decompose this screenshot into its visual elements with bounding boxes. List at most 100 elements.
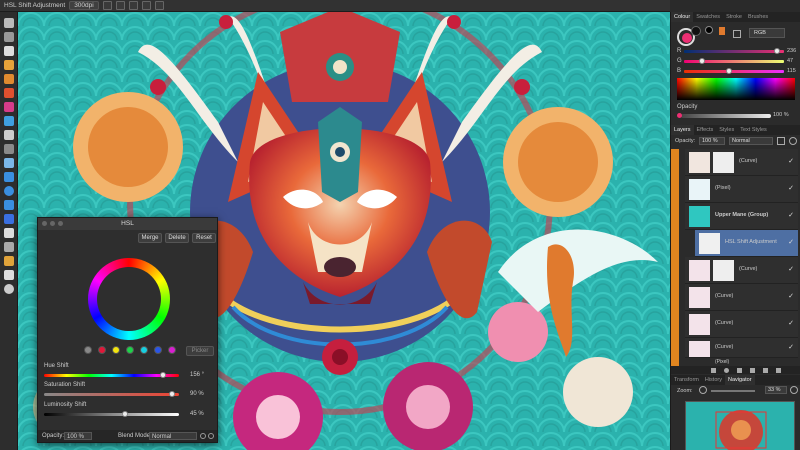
colour-swatch[interactable] [98,346,106,354]
swap-colour-icon[interactable] [705,26,713,34]
colour-swatch[interactable] [140,346,148,354]
pen-tool-icon[interactable] [4,60,14,70]
visibility-check-icon[interactable]: ✓ [788,238,794,246]
saturation-shift-slider[interactable] [44,391,179,397]
zoom-out-icon[interactable] [699,386,707,394]
layer-opacity-field[interactable]: 100 % [699,137,725,145]
grid-icon[interactable] [154,1,164,10]
layer-row-partial[interactable]: (Pixel) [685,359,798,365]
colour-spectrum[interactable] [677,78,795,100]
colour-model-select[interactable]: RGB [749,28,785,38]
tab-history[interactable]: History [702,375,725,385]
visibility-check-icon[interactable]: ✓ [788,319,794,327]
b-value[interactable]: 115 [787,68,796,74]
group-icon[interactable] [750,367,755,373]
brush-tool-icon[interactable] [4,88,14,98]
master-swatch[interactable] [84,346,92,354]
layer-row[interactable]: (Curve) ✓ [685,149,798,176]
r-slider[interactable] [684,48,784,54]
tab-navigator[interactable]: Navigator [724,375,755,385]
tab-effects[interactable]: Effects [694,125,717,135]
g-slider-knob[interactable] [699,58,705,64]
paint-brush-tool-icon[interactable] [4,102,14,112]
rectangle-tool-icon[interactable] [4,172,14,182]
delete-button[interactable]: Delete [165,233,189,243]
align-icon[interactable] [102,1,112,10]
picker-button[interactable]: Picker [186,346,214,356]
colour-swatch[interactable] [126,346,134,354]
triangle-tool-icon[interactable] [4,214,14,224]
luminosity-shift-slider[interactable] [44,411,179,417]
visibility-check-icon[interactable]: ✓ [788,211,794,219]
mask-icon[interactable] [711,367,716,373]
ellipse-tool-icon[interactable] [4,186,14,196]
eyedropper-icon[interactable] [719,27,725,35]
visibility-check-icon[interactable]: ✓ [788,292,794,300]
visibility-check-icon[interactable]: ✓ [788,157,794,165]
tab-transform[interactable]: Transform [671,375,702,385]
zoom-in-icon[interactable] [790,386,798,394]
snap-icon[interactable] [141,1,151,10]
layer-lock-icon[interactable] [777,137,785,145]
blend-mode-select[interactable]: Normal [149,432,197,440]
merge-button[interactable]: Merge [138,233,162,243]
b-slider-knob[interactable] [726,68,732,74]
layer-row[interactable]: (Pixel) ✓ [685,176,798,203]
navigator-preview[interactable] [685,401,795,450]
colour-swatch[interactable] [112,346,120,354]
tab-text-styles[interactable]: Text Styles [737,125,770,135]
b-slider[interactable] [684,68,784,74]
text-tool-icon[interactable] [4,228,14,238]
layer-row[interactable]: (Curve) ✓ [685,284,798,311]
layer-blend-select[interactable]: Normal [729,137,773,145]
image-tool-icon[interactable] [4,158,14,168]
tab-swatches[interactable]: Swatches [693,12,723,22]
minimize-window-icon[interactable] [50,221,55,226]
r-slider-knob[interactable] [774,48,780,54]
lock-icon[interactable] [733,30,741,38]
close-window-icon[interactable] [42,221,47,226]
visibility-check-icon[interactable]: ✓ [788,343,794,351]
node-tool-icon[interactable] [4,46,14,56]
g-slider[interactable] [684,58,784,64]
zoom-field[interactable]: 33 % [765,386,787,394]
r-value[interactable]: 236 [787,48,796,54]
saturation-shift-knob[interactable] [169,391,176,397]
blend-ranges-icon[interactable] [208,433,214,439]
tab-styles[interactable]: Styles [716,125,737,135]
layer-row[interactable]: (Curve) ✓ [685,257,798,284]
transform-icon[interactable] [128,1,138,10]
layer-row[interactable]: Upper Mane (Group) ✓ [685,203,798,230]
fill-tool-icon[interactable] [4,116,14,126]
layer-row[interactable]: (Curve) ✓ [685,311,798,338]
hue-shift-knob[interactable] [159,372,166,378]
hand-tool-icon[interactable] [4,270,14,280]
gear-icon[interactable] [200,433,206,439]
colour-swatch[interactable] [154,346,162,354]
visibility-check-icon[interactable]: ✓ [788,265,794,273]
tab-stroke[interactable]: Stroke [723,12,745,22]
dpi-select[interactable]: 300dpi [69,1,99,10]
visibility-check-icon[interactable]: ✓ [788,184,794,192]
g-value[interactable]: 47 [787,58,793,64]
crop-tool-icon[interactable] [4,144,14,154]
eyedropper-tool-icon[interactable] [4,256,14,266]
layer-row[interactable]: (Curve) ✓ [685,338,798,358]
reset-button[interactable]: Reset [192,233,216,243]
luminosity-shift-knob[interactable] [122,411,128,417]
colour-opacity-slider[interactable] [681,114,771,118]
adjustment-icon[interactable] [724,367,729,373]
fx-icon[interactable] [737,367,742,373]
distribute-icon[interactable] [115,1,125,10]
layer-settings-icon[interactable] [789,137,797,145]
add-layer-icon[interactable] [763,367,768,373]
move-tool-icon[interactable] [4,18,14,28]
luminosity-shift-value[interactable]: 45 % [190,411,204,417]
transparency-tool-icon[interactable] [4,130,14,140]
stroke-colour-well[interactable] [691,26,701,36]
tab-brushes[interactable]: Brushes [745,12,771,22]
hue-shift-value[interactable]: 156 ° [190,372,204,378]
layer-row-selected[interactable]: HSL Shift Adjustment ✓ [695,230,798,257]
hue-shift-slider[interactable] [44,372,179,378]
tab-layers[interactable]: Layers [671,125,694,135]
